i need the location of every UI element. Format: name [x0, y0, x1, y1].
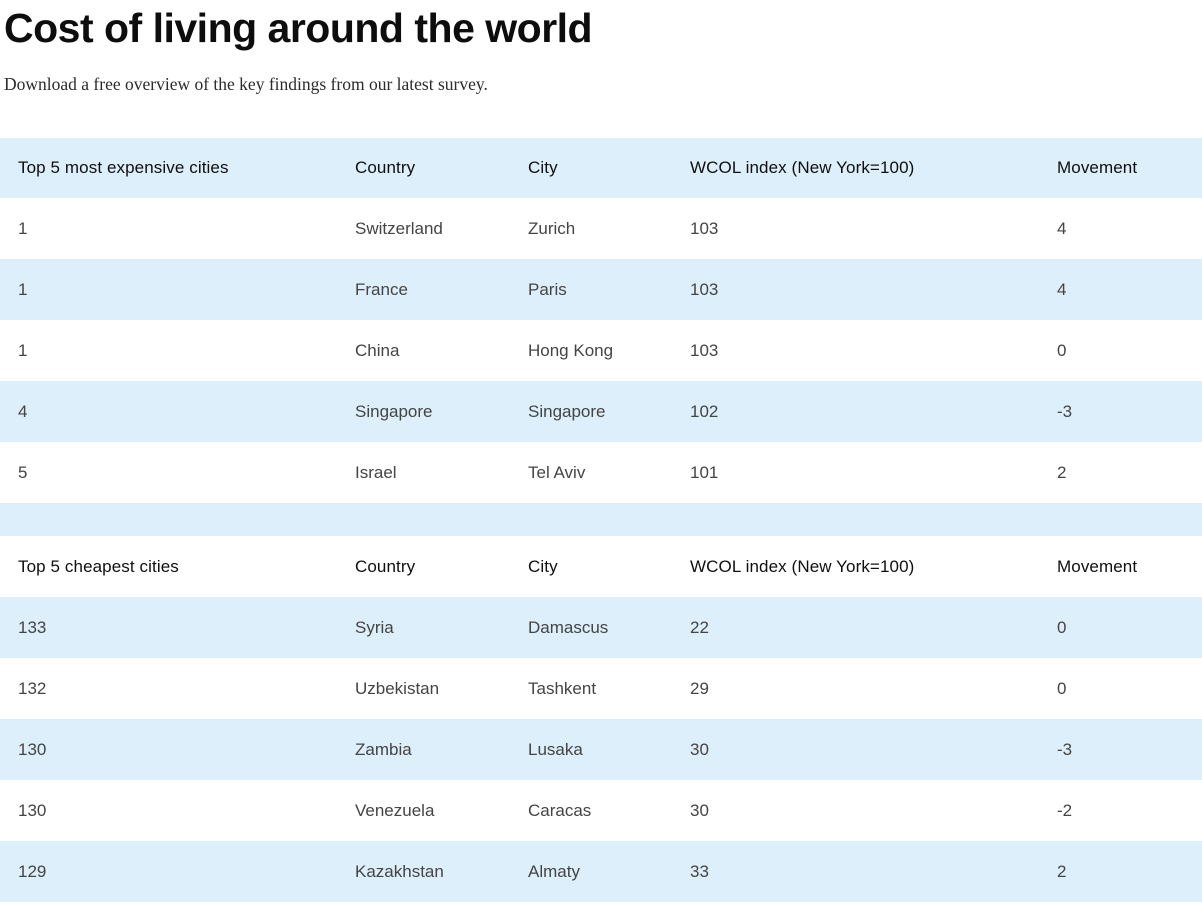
cell-index: 22	[690, 617, 709, 637]
cell-city: Zurich	[528, 218, 576, 238]
cell-country: Uzbekistan	[355, 678, 440, 698]
table-row: 1 France Paris 103 4	[0, 259, 1202, 320]
cell-city: Almaty	[528, 861, 580, 881]
cell-index: 101	[690, 462, 719, 482]
cell-index: 103	[690, 340, 719, 360]
cell-country: China	[355, 340, 400, 360]
cell-rank: 130	[18, 800, 47, 820]
table-row: 129 Kazakhstan Almaty 33 2	[0, 841, 1202, 902]
cell-country: France	[355, 279, 408, 299]
masthead: Cost of living around the world Download…	[0, 0, 1202, 138]
col-wcol-index: WCOL index (New York=100)	[690, 158, 915, 177]
cell-rank: 132	[18, 678, 47, 698]
cell-city: Tashkent	[528, 678, 597, 698]
expensive-table-header-row: Top 5 most expensive cities Country City…	[0, 138, 1202, 198]
col-country: Country	[355, 556, 416, 576]
cell-rank: 133	[18, 617, 47, 637]
cell-rank: 1	[18, 218, 28, 238]
cell-movement: 2	[1057, 861, 1067, 881]
cell-movement: 4	[1057, 279, 1067, 299]
table-row: 130 Venezuela Caracas 30 -2	[0, 780, 1202, 841]
col-city: City	[528, 158, 558, 177]
cell-rank: 129	[18, 861, 47, 881]
cell-city: Tel Aviv	[528, 462, 586, 482]
cell-index: 30	[690, 800, 709, 820]
cell-country: Zambia	[355, 739, 412, 759]
cheapest-table-header-row: Top 5 cheapest cities Country City WCOL …	[0, 536, 1202, 597]
cell-index: 29	[690, 678, 709, 698]
cell-movement: 0	[1057, 340, 1067, 360]
cell-rank: 1	[18, 279, 28, 299]
cell-movement: -2	[1057, 800, 1073, 820]
page: Cost of living around the world Download…	[0, 0, 1202, 905]
cell-country: Syria	[355, 617, 394, 637]
cell-movement: 4	[1057, 218, 1067, 238]
cell-city: Lusaka	[528, 739, 583, 759]
cell-rank: 1	[18, 340, 28, 360]
expensive-cities-table: Top 5 most expensive cities Country City…	[0, 138, 1202, 503]
table-row: 1 Switzerland Zurich 103 4	[0, 198, 1202, 259]
cheapest-cities-table: Top 5 cheapest cities Country City WCOL …	[0, 536, 1202, 902]
table-row: 132 Uzbekistan Tashkent 29 0	[0, 658, 1202, 719]
cell-country: Israel	[355, 462, 397, 482]
table-label: Top 5 cheapest cities	[18, 556, 179, 576]
cell-city: Damascus	[528, 617, 609, 637]
cell-movement: 0	[1057, 617, 1067, 637]
table-row: 5 Israel Tel Aviv 101 2	[0, 442, 1202, 503]
cell-country: Venezuela	[355, 800, 435, 820]
cell-index: 30	[690, 739, 709, 759]
cell-index: 102	[690, 401, 719, 421]
col-movement: Movement	[1057, 556, 1138, 576]
page-subtitle: Download a free overview of the key find…	[4, 74, 488, 94]
table-row: 4 Singapore Singapore 102 -3	[0, 381, 1202, 442]
cell-city: Paris	[528, 279, 567, 299]
cell-rank: 5	[18, 462, 28, 482]
cell-movement: -3	[1057, 401, 1073, 421]
cell-movement: 2	[1057, 462, 1067, 482]
cell-city: Hong Kong	[528, 340, 614, 360]
col-wcol-index: WCOL index (New York=100)	[690, 556, 915, 576]
cell-movement: 0	[1057, 678, 1067, 698]
cell-movement: -3	[1057, 739, 1073, 759]
cell-rank: 4	[18, 401, 28, 421]
cell-country: Switzerland	[355, 218, 443, 238]
table-spacer-band	[0, 503, 1202, 536]
cell-city: Singapore	[528, 401, 606, 421]
table-row: 1 China Hong Kong 103 0	[0, 320, 1202, 381]
cell-country: Singapore	[355, 401, 433, 421]
cell-index: 103	[690, 279, 719, 299]
table-row: 130 Zambia Lusaka 30 -3	[0, 719, 1202, 780]
cell-country: Kazakhstan	[355, 861, 444, 881]
cell-rank: 130	[18, 739, 47, 759]
table-label: Top 5 most expensive cities	[18, 158, 229, 177]
col-city: City	[528, 556, 558, 576]
cell-index: 33	[690, 861, 709, 881]
col-country: Country	[355, 158, 416, 177]
cell-city: Caracas	[528, 800, 592, 820]
page-title: Cost of living around the world	[4, 5, 593, 51]
table-row: 133 Syria Damascus 22 0	[0, 597, 1202, 658]
col-movement: Movement	[1057, 158, 1138, 177]
cell-index: 103	[690, 218, 719, 238]
